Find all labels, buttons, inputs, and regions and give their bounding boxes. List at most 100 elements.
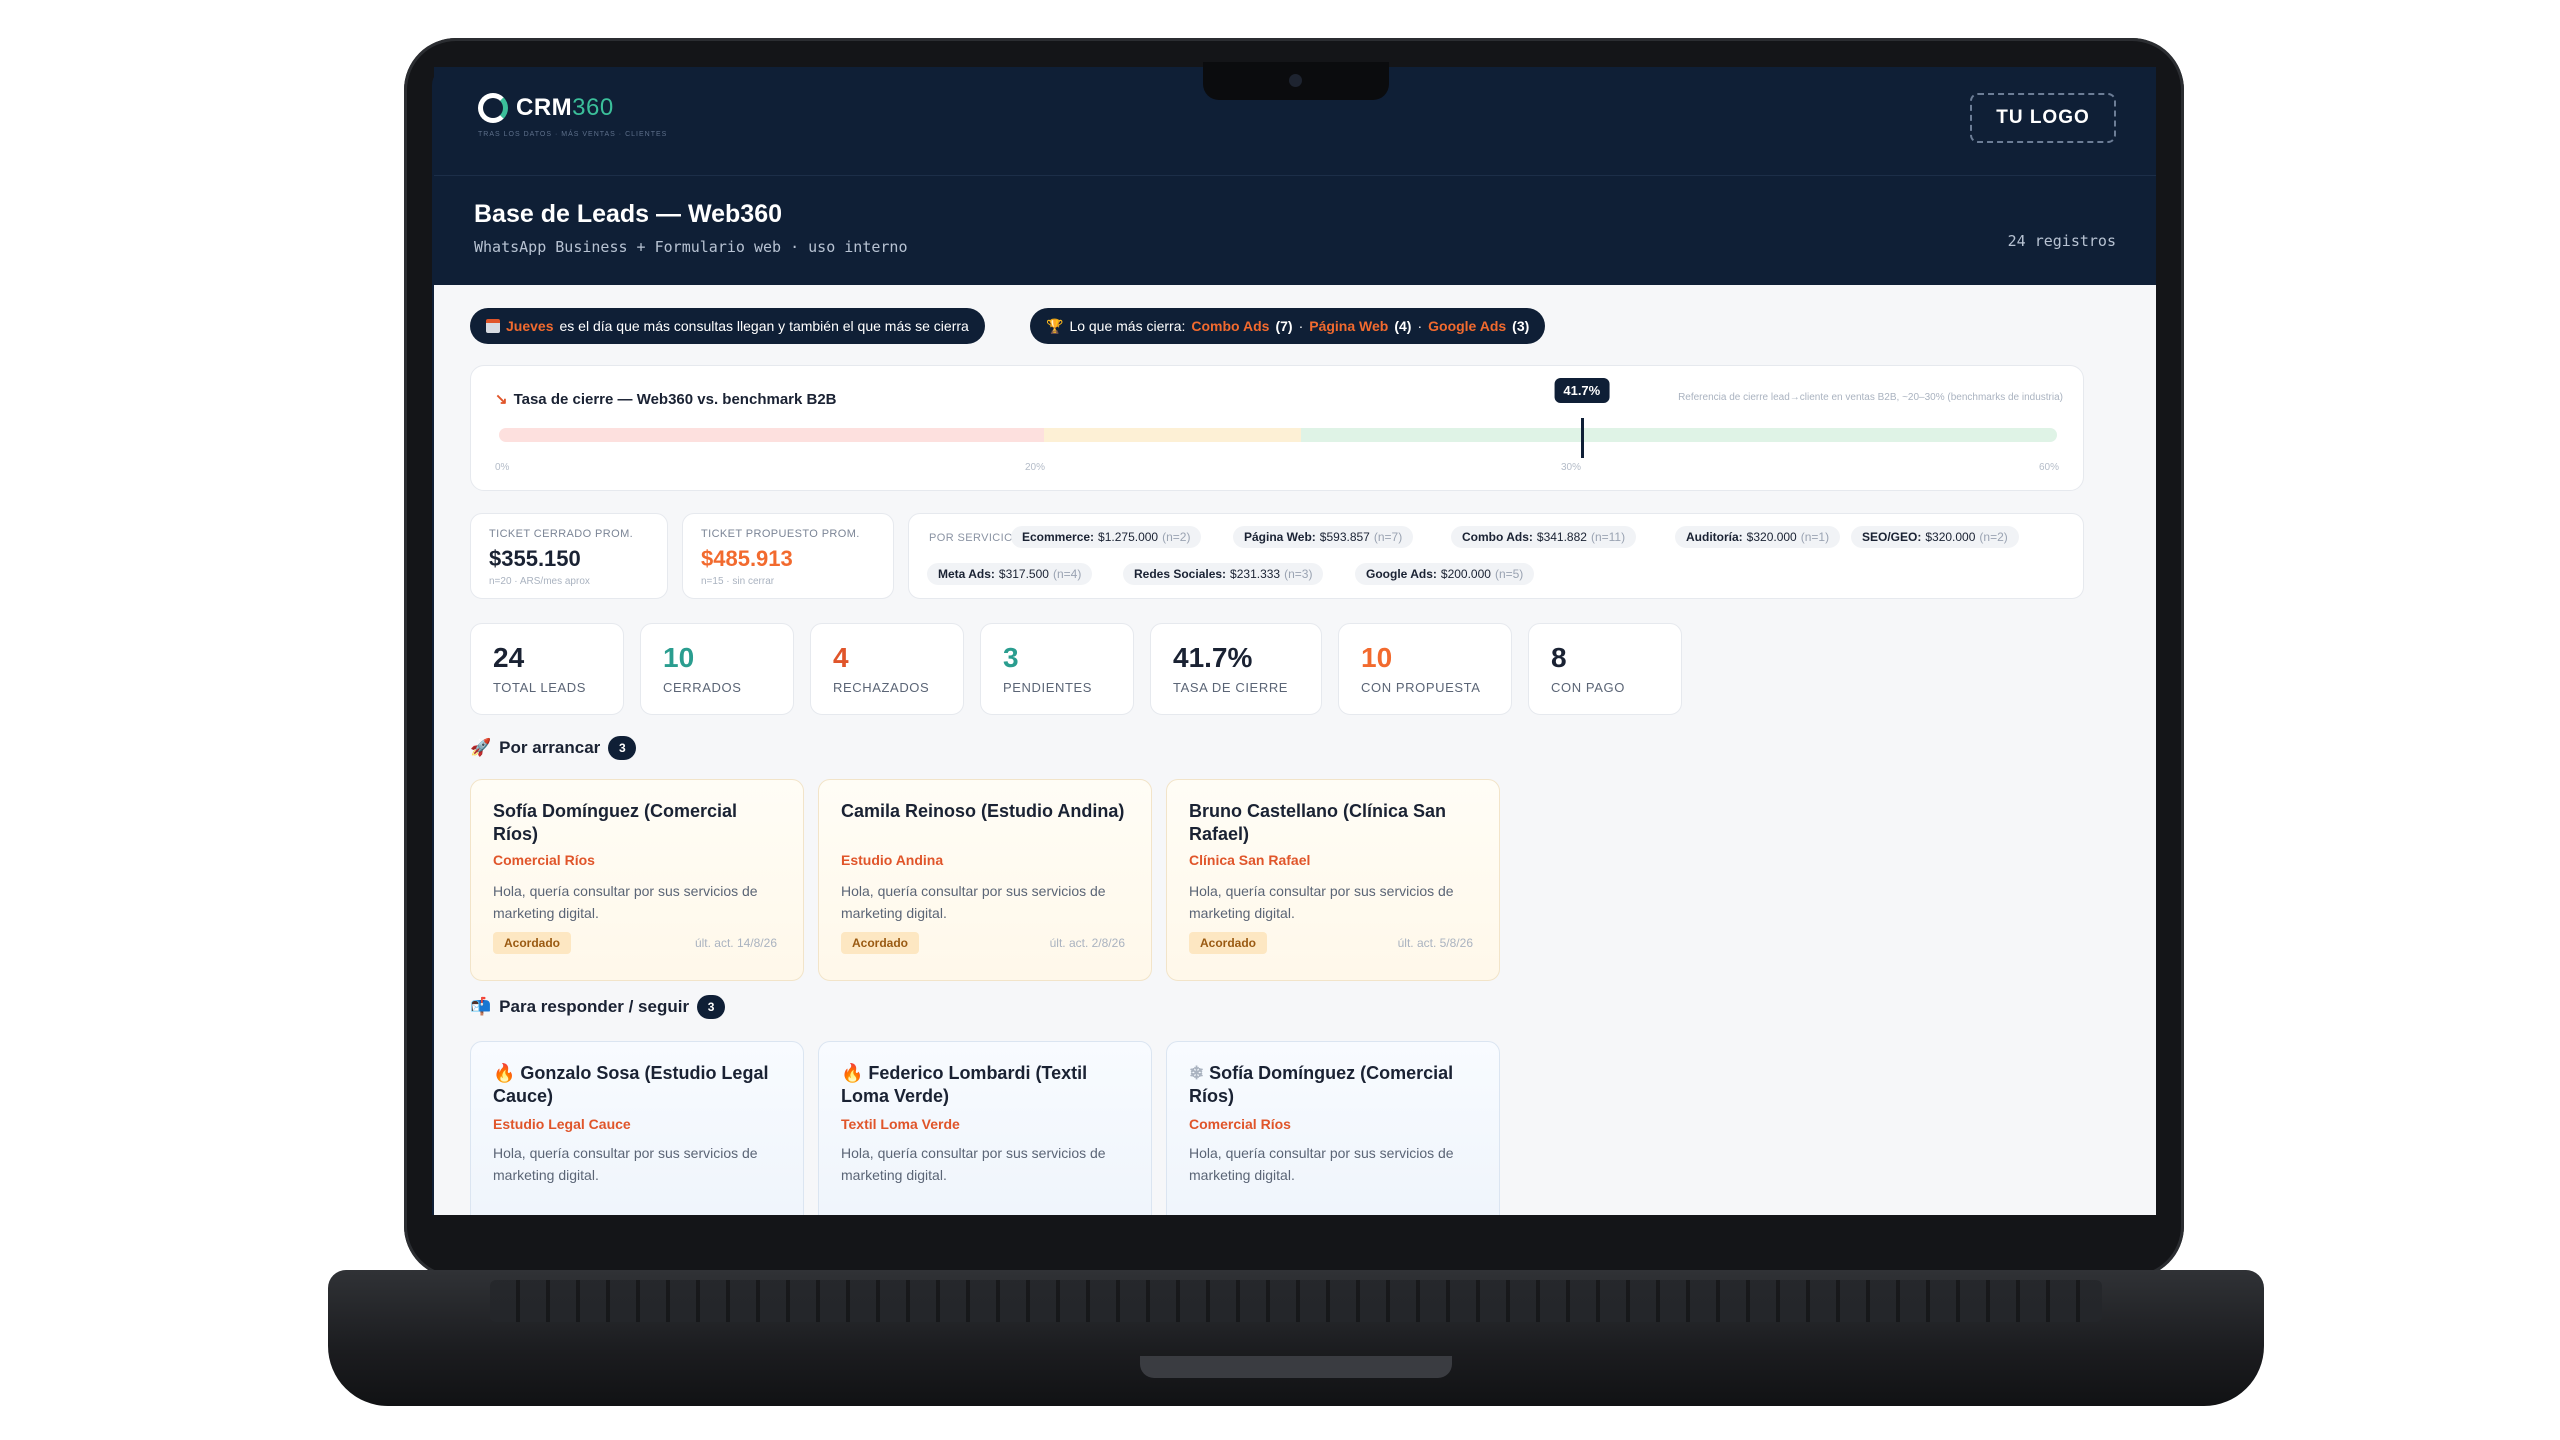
service-name: SEO/GEO: xyxy=(1862,530,1922,544)
ticket-note: n=20 · ARS/mes aprox xyxy=(489,576,590,587)
stat-value: 4 xyxy=(833,642,849,673)
ticket-label: TICKET CERRADO PROM. xyxy=(489,528,634,540)
stat-value: 8 xyxy=(1551,642,1567,673)
stat-card: 10 CERRADOS xyxy=(640,623,794,715)
lead-name: Bruno Castellano (Clínica San Rafael) xyxy=(1189,801,1447,844)
lead-message: Hola, quería consultar por sus servicios… xyxy=(841,1145,1106,1183)
service-value: $317.500 xyxy=(998,567,1049,581)
trend-down-icon: ↘ xyxy=(495,391,508,408)
stat-label: TASA DE CIERRE xyxy=(1173,680,1289,695)
page-title: Base de Leads — Web360 xyxy=(474,200,783,228)
lead-company: Comercial Ríos xyxy=(1189,1116,1291,1132)
section-count-badge: 3 xyxy=(608,736,637,760)
top-closer-count: (3) xyxy=(1512,318,1530,334)
records-count: 24 registros xyxy=(2007,232,2116,250)
mailbox-icon: 📬 xyxy=(470,997,492,1016)
lead-message: Hola, quería consultar por sus servicios… xyxy=(1189,883,1454,921)
brand-name: CRM xyxy=(516,94,573,121)
service-pill: Meta Ads: $317.500 (n=4) xyxy=(927,563,1093,585)
section-count-badge: 3 xyxy=(697,995,726,1019)
lead-message: Hola, quería consultar por sus servicios… xyxy=(841,883,1106,921)
lead-company: Estudio Andina xyxy=(841,852,944,868)
lead-name: Gonzalo Sosa (Estudio Legal Cauce) xyxy=(493,1063,769,1106)
client-logo-placeholder: TU LOGO xyxy=(1970,93,2116,143)
lead-card[interactable]: Sofía Domínguez (Comercial Ríos) Comerci… xyxy=(470,779,804,981)
bar-zone-low xyxy=(499,428,1045,442)
service-n: (n=7) xyxy=(1373,530,1403,544)
section-title: Para responder / seguir xyxy=(499,997,690,1016)
service-name: Meta Ads: xyxy=(938,567,995,581)
trackpad-lip xyxy=(1140,1356,1452,1378)
logo-ring-icon xyxy=(478,93,508,123)
service-pill: Ecommerce: $1.275.000 (n=2) xyxy=(1011,526,1202,548)
ticket-proposed-card: TICKET PROPUESTO PROM. $485.913 n=15 · s… xyxy=(682,513,894,599)
services-card: POR SERVICIO: Ecommerce: $1.275.000 (n=2) … xyxy=(908,513,2084,599)
ticket-value: $355.150 xyxy=(489,546,581,571)
stat-value: 10 xyxy=(1361,642,1393,673)
crm-app: CRM360 TRAS LOS DATOS · MÁS VENTAS · CLI… xyxy=(434,67,2156,1215)
separator: · xyxy=(1417,318,1423,334)
close-rate-title-text: Tasa de cierre — Web360 vs. benchmark B2… xyxy=(513,391,837,408)
stat-label: PENDIENTES xyxy=(1003,680,1093,695)
tick-label: 30% xyxy=(1561,462,1582,473)
top-closer-name: Página Web xyxy=(1309,318,1389,334)
tick-label: 60% xyxy=(2039,462,2060,473)
lead-card[interactable]: 🔥 Federico Lombardi (Textil Loma Verde) … xyxy=(818,1041,1152,1215)
lead-card[interactable]: 🔥 Gonzalo Sosa (Estudio Legal Cauce) Est… xyxy=(470,1041,804,1215)
separator: · xyxy=(1298,318,1304,334)
stat-label: RECHAZADOS xyxy=(833,680,930,695)
trophy-icon: 🏆 xyxy=(1046,317,1064,334)
service-n: (n=4) xyxy=(1052,567,1082,581)
top-closer-name: Google Ads xyxy=(1428,318,1507,334)
section-title: Por arrancar xyxy=(499,738,601,757)
status-badge: Acordado xyxy=(841,932,920,954)
stat-label: CON PROPUESTA xyxy=(1361,680,1481,695)
service-name: Redes Sociales: xyxy=(1134,567,1227,581)
bar-zone-mid xyxy=(1044,428,1302,442)
service-n: (n=2) xyxy=(1979,530,2008,544)
lead-card[interactable]: Camila Reinoso (Estudio Andina) Estudio … xyxy=(818,779,1152,981)
brand-tagline: TRAS LOS DATOS · MÁS VENTAS · CLIENTES xyxy=(478,131,668,138)
lead-name: Camila Reinoso (Estudio Andina) xyxy=(841,801,1125,821)
stat-card: 4 RECHAZADOS xyxy=(810,623,964,715)
service-n: (n=3) xyxy=(1284,567,1313,581)
fire-icon: 🔥 xyxy=(841,1063,869,1083)
close-rate-title: ↘ Tasa de cierre — Web360 vs. benchmark B… xyxy=(495,390,837,408)
stat-card: 41.7% TASA DE CIERRE xyxy=(1150,623,1322,715)
brand-logo[interactable]: CRM360 xyxy=(478,93,614,123)
service-value: $593.857 xyxy=(1319,530,1370,544)
stat-label: CERRADOS xyxy=(663,680,742,695)
service-n: (n=11) xyxy=(1590,530,1626,544)
stat-card: 10 CON PROPUESTA xyxy=(1338,623,1512,715)
service-value: $320.000 xyxy=(1925,530,1976,544)
dashboard-content: Jueves es el día que más consultas llega… xyxy=(434,285,2156,1215)
top-closer-count: (7) xyxy=(1275,318,1293,334)
lead-card[interactable]: Bruno Castellano (Clínica San Rafael) Cl… xyxy=(1166,779,1500,981)
insight-chip-top-closers: 🏆 Lo que más cierra: Combo Ads (7) · Pág… xyxy=(1030,308,1546,344)
lead-name: Sofía Domínguez (Comercial Ríos) xyxy=(1189,1063,1454,1106)
section-header-para-responder: 📬 Para responder / seguir 3 xyxy=(470,995,726,1019)
close-rate-marker xyxy=(1580,418,1584,458)
ticket-note: n=15 · sin cerrar xyxy=(701,576,775,587)
last-updated: últ. act. 5/8/26 xyxy=(1397,936,1473,950)
benchmark-note: Referencia de cierre lead→cliente en ven… xyxy=(1678,392,2063,403)
page-subtitle: WhatsApp Business + Formulario web · uso… xyxy=(474,238,908,256)
service-name: Google Ads: xyxy=(1366,567,1437,581)
brand-name-accent: 360 xyxy=(572,94,614,121)
last-updated: últ. act. 14/8/26 xyxy=(694,936,777,950)
stat-card: 24 TOTAL LEADS xyxy=(470,623,624,715)
fire-icon: 🔥 xyxy=(493,1063,521,1083)
keyboard xyxy=(490,1280,2102,1322)
ticket-value: $485.913 xyxy=(701,546,793,571)
service-pill: Redes Sociales: $231.333 (n=3) xyxy=(1123,563,1324,585)
service-value: $200.000 xyxy=(1440,567,1491,581)
lead-company: Comercial Ríos xyxy=(493,852,595,868)
stat-label: CON PAGO xyxy=(1551,680,1625,695)
tick-label: 20% xyxy=(1025,462,1046,473)
status-badge: Acordado xyxy=(493,932,572,954)
lead-company: Estudio Legal Cauce xyxy=(493,1116,631,1132)
lead-card[interactable]: ❄ Sofía Domínguez (Comercial Ríos) Comer… xyxy=(1166,1041,1500,1215)
service-pill: Auditoría: $320.000 (n=1) xyxy=(1675,526,1841,548)
insight-day-highlight: Jueves xyxy=(506,318,554,334)
camera-icon xyxy=(1289,74,1302,87)
